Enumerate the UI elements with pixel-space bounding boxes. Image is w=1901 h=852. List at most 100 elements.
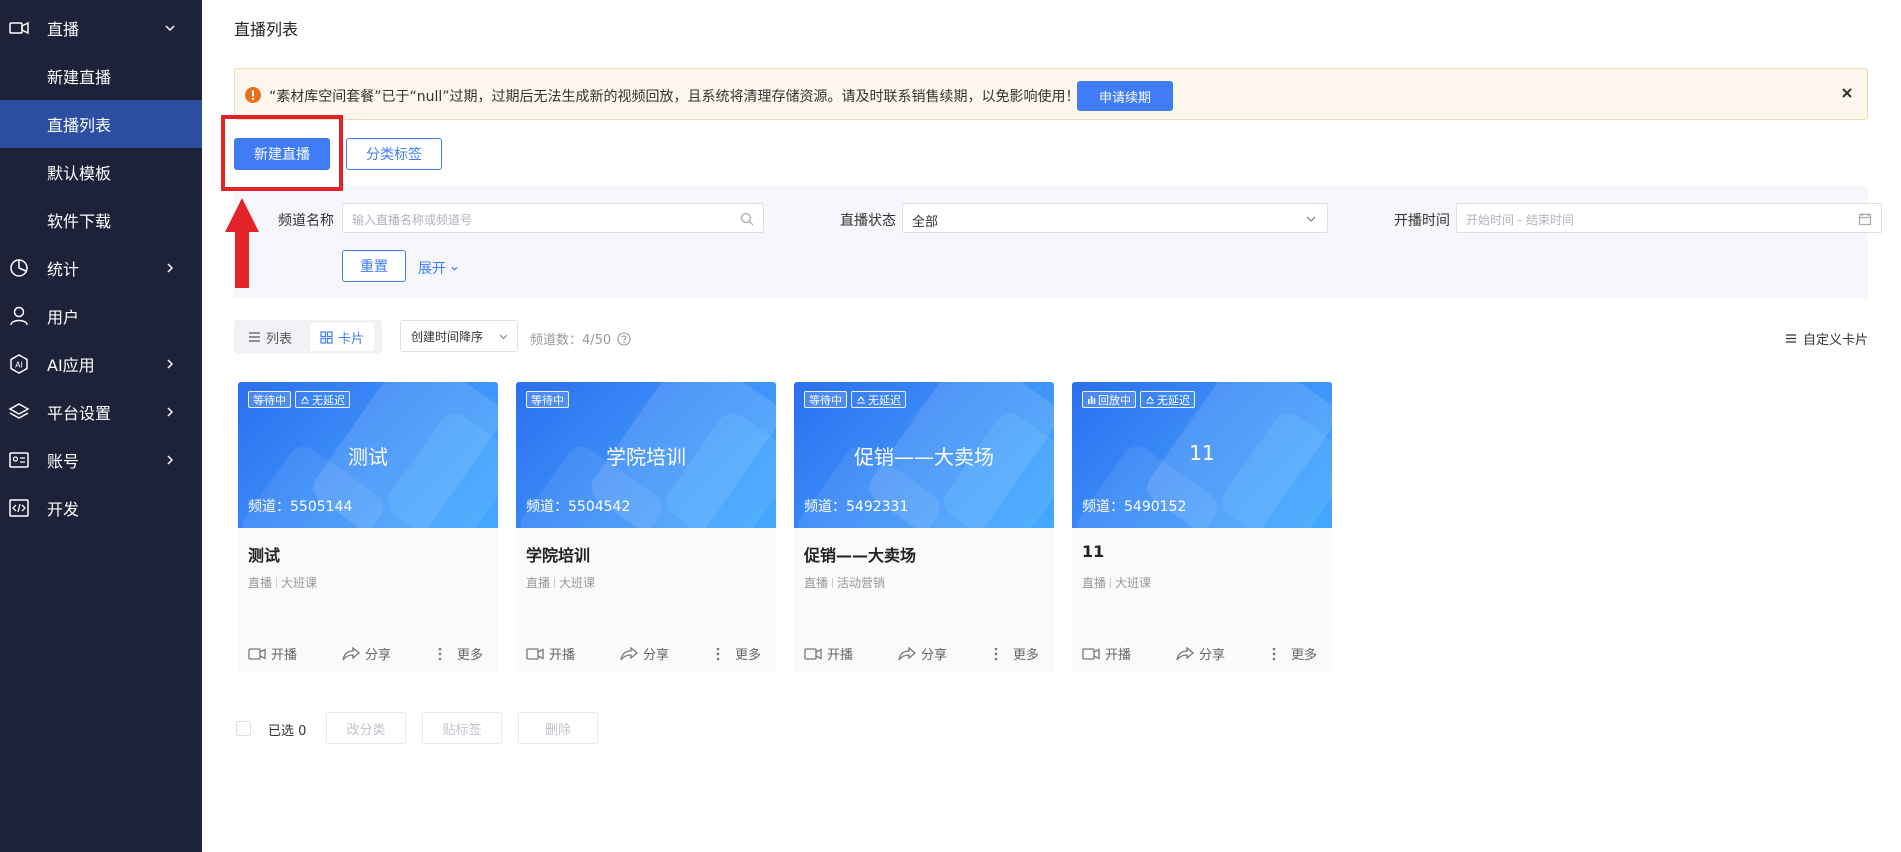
sort-select[interactable]: 创建时间降序 [400, 320, 518, 352]
share-button[interactable]: 分享 [342, 644, 391, 663]
latency-tag: 无延迟 [851, 391, 906, 408]
divider [1110, 577, 1112, 588]
chevron-down-icon [499, 334, 508, 340]
start-live-button[interactable]: 开播 [804, 644, 853, 663]
nav-item-develop[interactable]: 开发 [0, 484, 202, 532]
more-button[interactable]: 更多 [434, 644, 483, 663]
signal-icon [1146, 396, 1154, 404]
latency-label: 无延迟 [868, 393, 901, 407]
nav-item-statistics[interactable]: 统计 [0, 244, 202, 292]
delete-button[interactable]: 删除 [518, 712, 598, 744]
select-all-checkbox[interactable] [236, 721, 251, 736]
live-card[interactable]: 回放中 无延迟 11 频道：5490152 11 直播 大班课 开播 分享 更多 [1072, 382, 1332, 672]
divider [554, 577, 556, 588]
card-meta: 直播 大班课 [248, 574, 317, 591]
recategorize-button[interactable]: 改分类 [326, 712, 406, 744]
page-title: 直播列表 [234, 20, 299, 39]
nav-item-new-live[interactable]: 新建直播 [0, 52, 202, 100]
card-cover[interactable]: 等待中 学院培训 频道：5504542 [516, 382, 776, 528]
share-button[interactable]: 分享 [1176, 644, 1225, 663]
calendar-icon [1858, 213, 1872, 226]
date-range-picker[interactable]: 开始时间 - 结束时间 [1456, 203, 1882, 233]
share-icon [898, 646, 916, 660]
more-label: 更多 [735, 648, 762, 663]
more-vertical-icon [438, 647, 442, 660]
nav-item-account[interactable]: 账号 [0, 436, 202, 484]
nav-item-label: 用户 [47, 308, 80, 327]
nav-item-label: 直播 [47, 20, 80, 39]
nav-item-live[interactable]: 直播 [0, 4, 202, 52]
nav-item-ai-apps[interactable]: AI AI应用 [0, 340, 202, 388]
share-button[interactable]: 分享 [620, 644, 669, 663]
nav-item-label: AI应用 [47, 356, 95, 375]
nav-item-platform-settings[interactable]: 平台设置 [0, 388, 202, 436]
card-title[interactable]: 学院培训 [526, 542, 590, 566]
custom-card-label: 自定义卡片 [1802, 333, 1868, 348]
live-card[interactable]: 等待中 无延迟 测试 频道：5505144 测试 直播 大班课 开播 分享 更多 [238, 382, 498, 672]
more-vertical-icon [1272, 647, 1276, 660]
expand-button[interactable]: 展开 [418, 258, 459, 278]
more-vertical-icon [994, 647, 998, 660]
help-icon[interactable] [617, 331, 631, 346]
card-actions: 开播 分享 更多 [1072, 644, 1332, 664]
divider [276, 577, 278, 588]
card-tags: 回放中 无延迟 [1082, 391, 1195, 408]
start-label: 开播 [271, 648, 298, 663]
card-tags: 等待中 无延迟 [804, 391, 906, 408]
status-tag: 等待中 [248, 391, 291, 408]
more-label: 更多 [1013, 648, 1040, 663]
grid-icon [320, 330, 333, 344]
nav-item-label: 统计 [47, 260, 80, 279]
share-button[interactable]: 分享 [898, 644, 947, 663]
close-icon[interactable] [1839, 85, 1855, 101]
card-view-button[interactable]: 卡片 [310, 323, 375, 351]
card-view-label: 卡片 [338, 331, 365, 347]
category-tags-button[interactable]: 分类标签 [346, 138, 442, 170]
start-label: 开播 [827, 648, 854, 663]
live-card[interactable]: 等待中 学院培训 频道：5504542 学院培训 直播 大班课 开播 分享 更多 [516, 382, 776, 672]
nav-item-users[interactable]: 用户 [0, 292, 202, 340]
card-title[interactable]: 促销——大卖场 [804, 542, 916, 566]
code-icon [9, 499, 29, 517]
nav-item-label: 平台设置 [47, 404, 112, 423]
nav-item-software-download[interactable]: 软件下载 [0, 196, 202, 244]
chevron-right-icon [167, 263, 174, 273]
video-camera-icon [248, 647, 266, 660]
custom-card-button[interactable]: 自定义卡片 [1785, 329, 1868, 348]
live-card[interactable]: 等待中 无延迟 促销——大卖场 频道：5492331 促销——大卖场 直播 活动… [794, 382, 1054, 672]
card-cover[interactable]: 等待中 无延迟 促销——大卖场 频道：5492331 [794, 382, 1054, 528]
cover-title: 学院培训 [606, 445, 686, 469]
card-cover[interactable]: 回放中 无延迟 11 频道：5490152 [1072, 382, 1332, 528]
card-title[interactable]: 测试 [248, 542, 280, 566]
reset-button[interactable]: 重置 [342, 250, 406, 282]
nav-item-default-template[interactable]: 默认模板 [0, 148, 202, 196]
start-live-button[interactable]: 开播 [526, 644, 575, 663]
divider [832, 577, 834, 588]
channel-count: 频道数：4/50 [530, 329, 631, 348]
latency-tag: 无延迟 [1140, 391, 1195, 408]
start-live-button[interactable]: 开播 [1082, 644, 1131, 663]
more-button[interactable]: 更多 [990, 644, 1039, 663]
view-toggle: 列表 卡片 [234, 320, 382, 354]
live-scene: 大班课 [1115, 576, 1152, 590]
start-live-button[interactable]: 开播 [248, 644, 297, 663]
latency-label: 无延迟 [1157, 393, 1190, 407]
nav-item-label: 直播列表 [47, 116, 112, 135]
more-button[interactable]: 更多 [712, 644, 761, 663]
more-vertical-icon [716, 647, 720, 660]
list-view-button[interactable]: 列表 [238, 323, 302, 351]
expiry-alert: “素材库空间套餐”已于“null”过期，过期后无法生成新的视频回放，且系统将清理… [234, 68, 1868, 120]
bulk-action-bar: 已选 0 改分类 贴标签 删除 [234, 712, 634, 744]
add-tag-button[interactable]: 贴标签 [422, 712, 502, 744]
start-label: 开播 [549, 648, 576, 663]
status-select[interactable]: 全部 [902, 203, 1328, 233]
list-icon [249, 332, 260, 342]
more-button[interactable]: 更多 [1268, 644, 1317, 663]
card-cover[interactable]: 等待中 无延迟 测试 频道：5505144 [238, 382, 498, 528]
chevron-down-icon [1306, 216, 1316, 222]
channel-search-input[interactable]: 输入直播名称或频道号 [342, 203, 764, 233]
nav-item-live-list[interactable]: 直播列表 [0, 100, 202, 148]
arrow-up-icon [225, 198, 259, 288]
card-title[interactable]: 11 [1082, 542, 1104, 561]
renew-button[interactable]: 申请续期 [1077, 81, 1173, 111]
